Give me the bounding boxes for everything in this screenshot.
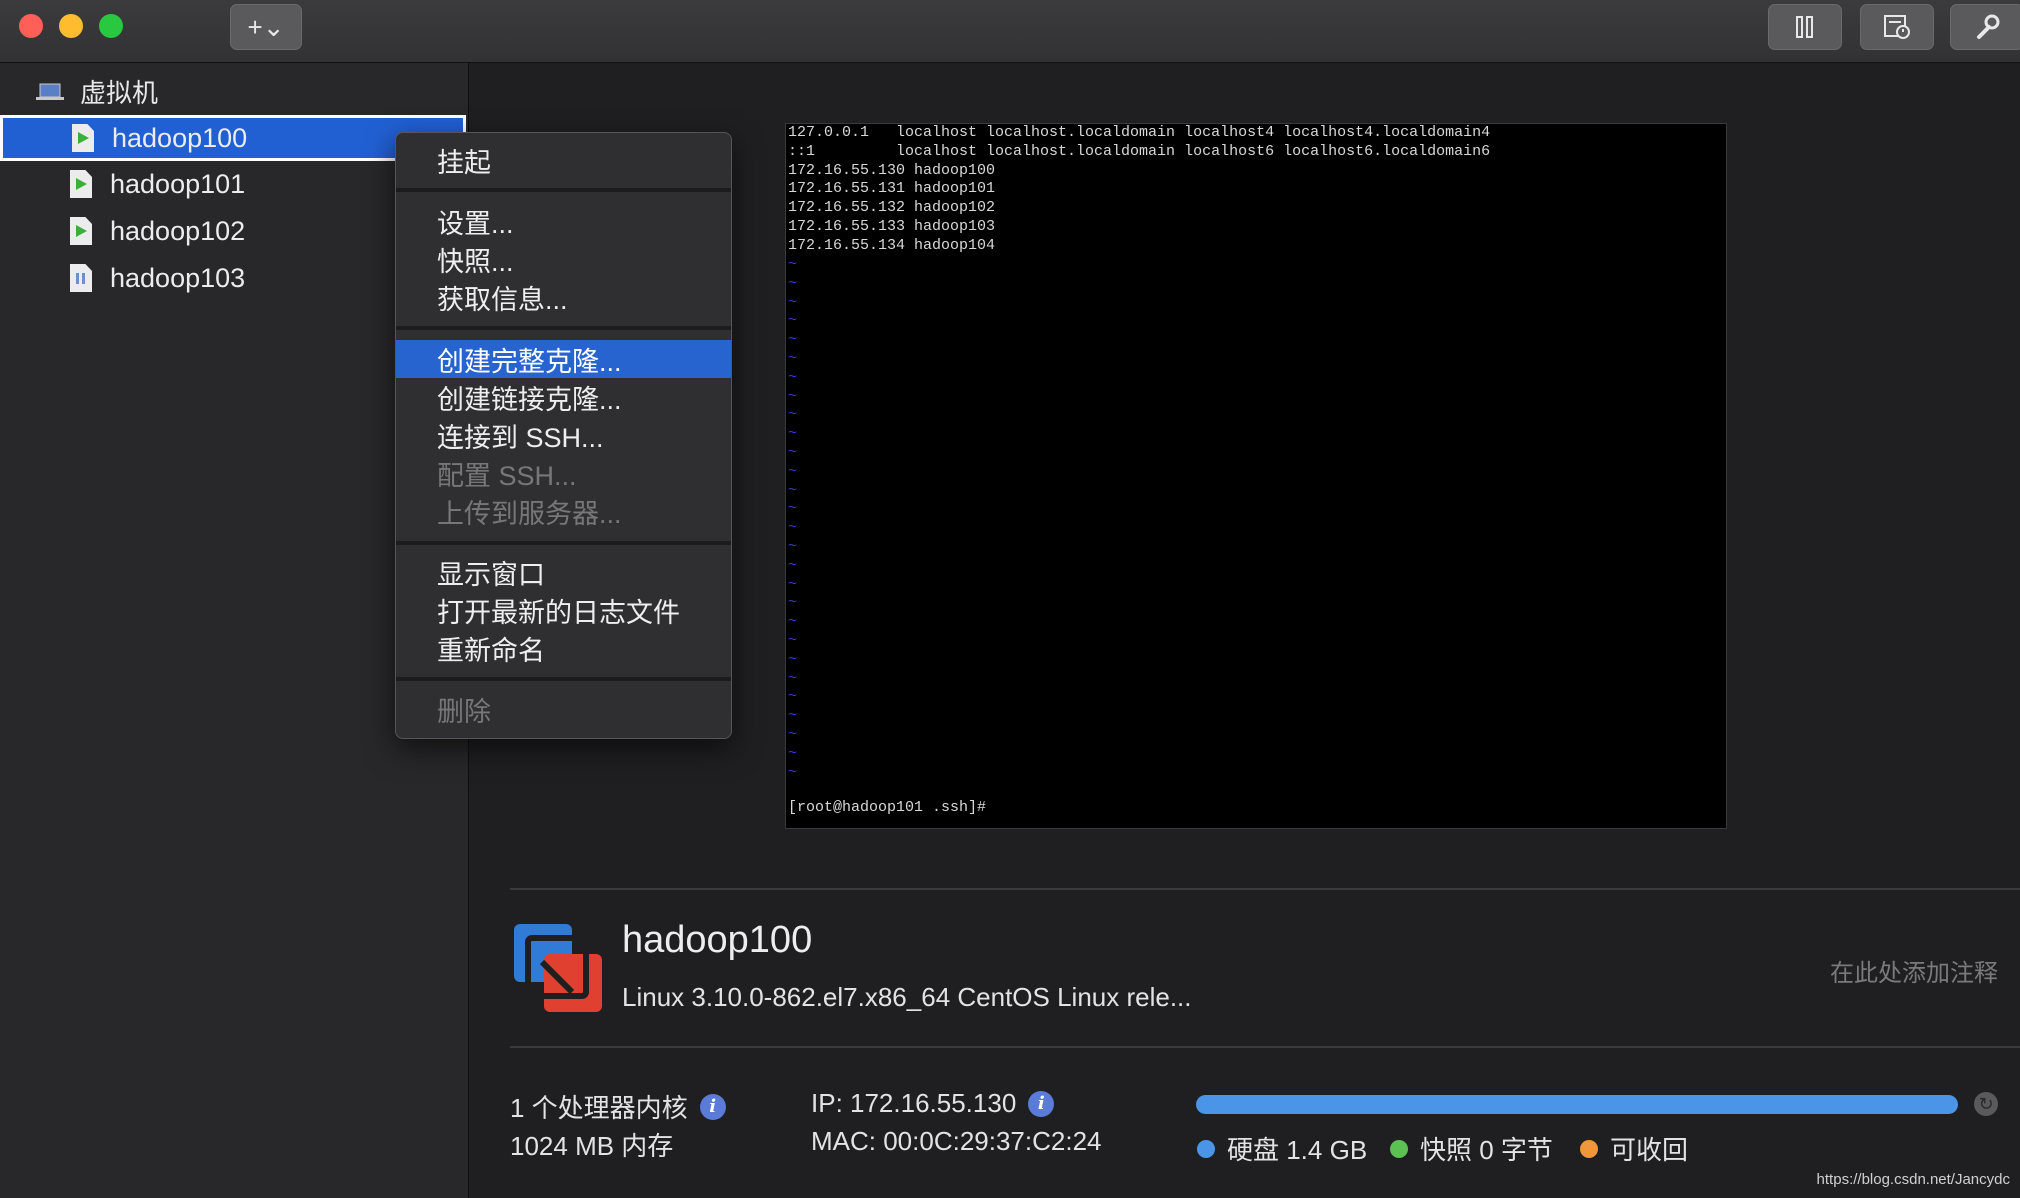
divider bbox=[510, 888, 2020, 890]
mac-address: MAC: 00:0C:29:37:C2:24 bbox=[811, 1126, 1102, 1156]
legend-reclaimable-label: 可收回 bbox=[1610, 1135, 1689, 1165]
menu-separator bbox=[396, 326, 731, 330]
snapshot-button[interactable] bbox=[1860, 4, 1934, 50]
legend-disk-label: 硬盘 1.4 GB bbox=[1227, 1135, 1368, 1165]
watermark: https://blog.csdn.net/Jancydc bbox=[1816, 1171, 2010, 1188]
vm-paused-icon bbox=[70, 264, 92, 292]
menu-item-linked-clone[interactable]: 创建链接克隆... bbox=[396, 378, 731, 416]
menu-item-connect-ssh[interactable]: 连接到 SSH... bbox=[396, 416, 731, 454]
menu-item-settings[interactable]: 设置... bbox=[396, 202, 731, 240]
wrench-icon bbox=[1977, 14, 2000, 39]
close-window-button[interactable] bbox=[19, 14, 43, 38]
vm-console-preview[interactable]: 127.0.0.1 localhost localhost.localdomai… bbox=[786, 124, 1726, 828]
ip-info: IP: 172.16.55.130 i bbox=[811, 1088, 1055, 1119]
vm-item-label: hadoop101 bbox=[110, 168, 246, 199]
cpu-count: 1 个处理器内核 bbox=[510, 1093, 688, 1123]
snapshot-icon bbox=[1884, 15, 1910, 39]
menu-item-delete: 删除 bbox=[437, 696, 491, 727]
snapshot-dot bbox=[1390, 1139, 1408, 1158]
pause-vm-button[interactable] bbox=[1768, 4, 1842, 50]
menu-separator bbox=[396, 188, 731, 192]
info-icon[interactable]: i bbox=[1028, 1090, 1055, 1117]
refresh-icon[interactable]: ↻ bbox=[1974, 1092, 1998, 1116]
vm-item-label: hadoop100 bbox=[112, 122, 248, 153]
terminal-output: 127.0.0.1 localhost localhost.localdomai… bbox=[788, 124, 1491, 254]
menu-item-show-window[interactable]: 显示窗口 bbox=[396, 553, 731, 591]
divider bbox=[510, 1046, 2020, 1048]
vm-name: hadoop100 bbox=[622, 919, 813, 961]
menu-item-rename[interactable]: 重新命名 bbox=[396, 629, 731, 667]
vm-os-description: Linux 3.10.0-862.el7.x86_64 CentOS Linux… bbox=[622, 982, 1192, 1012]
menu-item-suspend[interactable]: 挂起 bbox=[396, 141, 731, 179]
disk-dot bbox=[1197, 1139, 1215, 1158]
vm-running-icon bbox=[70, 170, 92, 198]
vm-item-label: hadoop102 bbox=[110, 215, 246, 246]
legend-reclaimable: 可收回 bbox=[1580, 1130, 1688, 1167]
ip-address: IP: 172.16.55.130 bbox=[811, 1088, 1017, 1118]
info-icon[interactable]: i bbox=[699, 1093, 726, 1120]
terminal-empty-lines: ~ ~ ~ ~ ~ ~ ~ ~ ~ ~ ~ ~ ~ ~ ~ ~ ~ ~ ~ ~ … bbox=[788, 256, 798, 781]
vm-library-title: 虚拟机 bbox=[80, 78, 159, 108]
legend-snapshot: 快照 0 字节 bbox=[1390, 1130, 1553, 1167]
add-vm-button[interactable]: +⌄ bbox=[230, 4, 302, 50]
menu-item-upload-server: 上传到服务器... bbox=[437, 498, 622, 529]
vm-running-icon bbox=[70, 217, 92, 245]
legend-snapshot-label: 快照 0 字节 bbox=[1420, 1135, 1553, 1165]
vm-running-icon bbox=[72, 124, 94, 152]
pause-icon bbox=[1796, 16, 1813, 38]
memory-info: 1024 MB 内存 bbox=[510, 1131, 674, 1161]
terminal-prompt: [root@hadoop101 .ssh]# bbox=[788, 799, 987, 816]
menu-item-open-log[interactable]: 打开最新的日志文件 bbox=[396, 591, 731, 629]
cpu-info: 1 个处理器内核 i bbox=[510, 1088, 726, 1125]
minimize-window-button[interactable] bbox=[59, 14, 83, 38]
menu-item-get-info[interactable]: 获取信息... bbox=[396, 278, 731, 316]
menu-item-snapshots[interactable]: 快照... bbox=[396, 240, 731, 278]
storage-usage-bar bbox=[1196, 1095, 1958, 1114]
vmware-fusion-icon bbox=[514, 924, 602, 1012]
title-bar: +⌄ bbox=[0, 0, 2020, 63]
menu-item-full-clone[interactable]: 创建完整克隆... bbox=[396, 340, 731, 378]
notes-field[interactable]: 在此处添加注释 bbox=[1830, 953, 1998, 988]
settings-button[interactable] bbox=[1950, 4, 2020, 50]
reclaimable-dot bbox=[1580, 1139, 1598, 1158]
laptop-icon bbox=[36, 83, 64, 100]
vm-library-header: 虚拟机 bbox=[36, 73, 158, 110]
menu-separator bbox=[396, 541, 731, 545]
vm-item-label: hadoop103 bbox=[110, 262, 246, 293]
vm-context-menu: 挂起 设置... 快照... 获取信息... 创建完整克隆... 创建链接克隆.… bbox=[395, 132, 732, 739]
menu-separator bbox=[396, 677, 731, 681]
zoom-window-button[interactable] bbox=[99, 14, 123, 38]
menu-item-configure-ssh: 配置 SSH... bbox=[437, 460, 577, 491]
legend-disk: 硬盘 1.4 GB bbox=[1197, 1130, 1367, 1167]
